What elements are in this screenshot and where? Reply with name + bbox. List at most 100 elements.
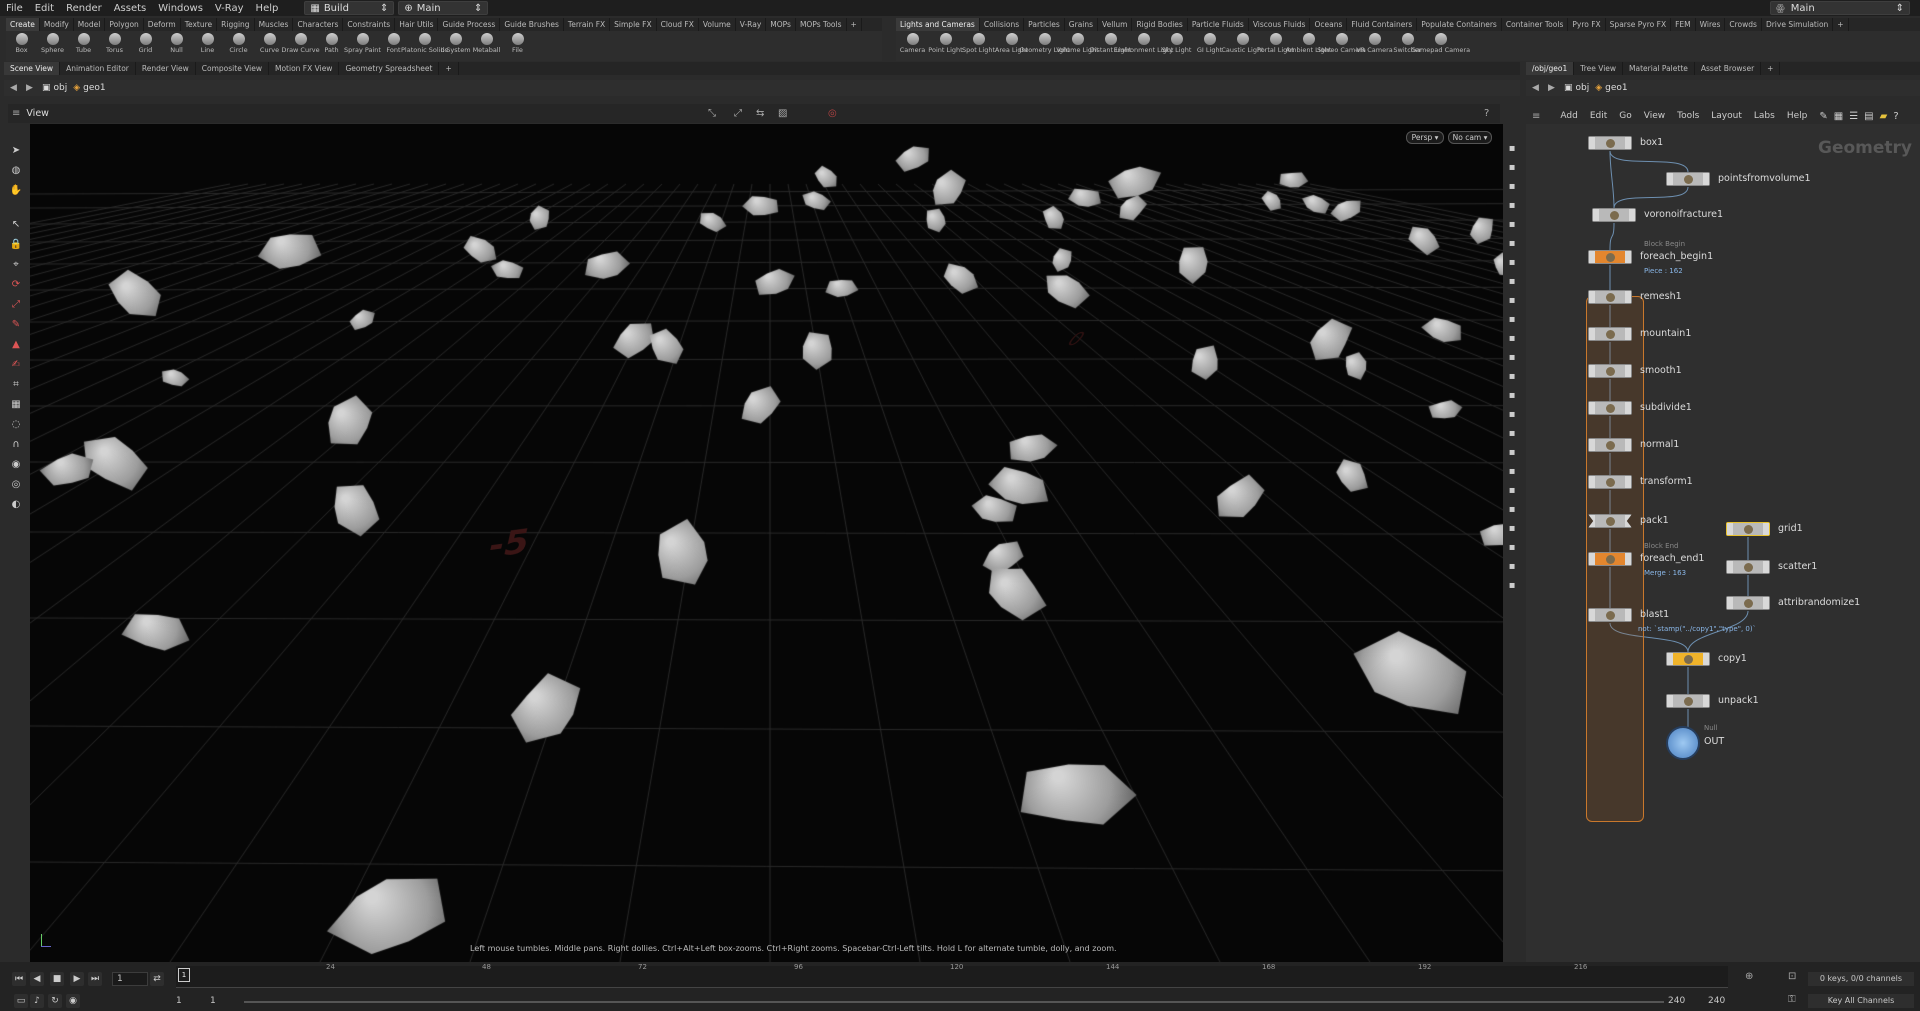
camera-icon[interactable]: ◉ xyxy=(9,458,23,472)
tool-metaball[interactable]: Metaball xyxy=(471,31,502,54)
node-body[interactable] xyxy=(1666,652,1710,666)
list-view-icon[interactable]: ☰ xyxy=(1849,111,1858,122)
node-body[interactable] xyxy=(1588,608,1632,622)
shelf-tab-right-0[interactable]: Lights and Cameras xyxy=(896,18,980,31)
pane-tab-left-4[interactable]: Motion FX View xyxy=(269,62,340,75)
shelf-tab-left-14[interactable]: Simple FX xyxy=(610,18,657,31)
tool-grid[interactable]: Grid xyxy=(130,31,161,54)
snap-icon[interactable]: ⤡ xyxy=(708,108,716,119)
menu-icon[interactable]: ≡ xyxy=(1532,111,1540,122)
node-body[interactable] xyxy=(1726,522,1770,536)
display-option-icon[interactable]: ▪ xyxy=(1505,427,1519,441)
tool-point-light[interactable]: Point Light xyxy=(928,31,963,54)
net-menu-tools[interactable]: Tools xyxy=(1671,111,1705,121)
node-body[interactable] xyxy=(1588,438,1632,452)
range-start-field[interactable]: 1 xyxy=(176,996,206,1006)
tool-platonic-solids[interactable]: Platonic Solids xyxy=(401,31,448,54)
pane-tab-left-5[interactable]: Geometry Spreadsheet xyxy=(339,62,440,75)
shelf-tab-left-15[interactable]: Cloud FX xyxy=(657,18,699,31)
add-tab-icon[interactable]: + xyxy=(1833,18,1849,31)
display-option-icon[interactable]: ▪ xyxy=(1505,237,1519,251)
shelf-tab-left-16[interactable]: Volume xyxy=(699,18,736,31)
key-icon[interactable]: ⚿ xyxy=(1788,994,1796,1005)
display-option-icon[interactable]: ▪ xyxy=(1505,579,1519,593)
display-option-icon[interactable]: ▪ xyxy=(1505,484,1519,498)
node-body[interactable] xyxy=(1588,136,1632,150)
context-select[interactable]: ⊕ Main ⇕ xyxy=(398,1,489,15)
tool-draw-curve[interactable]: Draw Curve xyxy=(281,31,320,54)
menu-help[interactable]: Help xyxy=(250,3,285,14)
record-icon[interactable]: ◎ xyxy=(828,108,837,119)
loop-icon[interactable]: ↻ xyxy=(48,994,62,1008)
realtime-toggle[interactable]: ▭ xyxy=(14,994,28,1008)
node-body[interactable] xyxy=(1588,552,1632,566)
key-all-button[interactable]: Key All Channels xyxy=(1808,994,1914,1008)
net-menu-go[interactable]: Go xyxy=(1613,111,1637,121)
node-body[interactable] xyxy=(1726,596,1770,610)
step-back-button[interactable]: ◀ xyxy=(30,972,44,986)
net-menu-add[interactable]: Add xyxy=(1554,111,1583,121)
shelf-tab-left-4[interactable]: Deform xyxy=(144,18,181,31)
step-forward-button[interactable]: ⏭ xyxy=(88,972,102,986)
info-icon[interactable]: ? xyxy=(1893,111,1898,122)
range-slider[interactable] xyxy=(244,1001,1664,1003)
shelf-tab-right-16[interactable]: Crowds xyxy=(1725,18,1762,31)
play-button[interactable]: ▶ xyxy=(70,972,84,986)
shelf-tab-left-2[interactable]: Model xyxy=(74,18,106,31)
shelf-tab-right-4[interactable]: Vellum xyxy=(1098,18,1133,31)
node-body[interactable] xyxy=(1588,514,1632,528)
shelf-tab-right-10[interactable]: Populate Containers xyxy=(1417,18,1502,31)
grid-icon[interactable]: ▦ xyxy=(9,398,23,412)
wrench-icon[interactable]: ✎ xyxy=(1819,111,1827,122)
tool-vr-camera[interactable]: VR Camera xyxy=(1356,31,1393,54)
display-option-icon[interactable]: ▪ xyxy=(1505,218,1519,232)
shelf-tab-left-8[interactable]: Characters xyxy=(293,18,344,31)
display-option-icon[interactable]: ▪ xyxy=(1505,142,1519,156)
back-arrow-icon[interactable]: ◀ xyxy=(1532,83,1542,93)
shelf-tab-right-5[interactable]: Rigid Bodies xyxy=(1132,18,1188,31)
net-menu-help[interactable]: Help xyxy=(1781,111,1814,121)
first-frame-button[interactable]: ⏮ xyxy=(12,972,26,986)
shelf-tab-left-17[interactable]: V-Ray xyxy=(736,18,767,31)
menu-render[interactable]: Render xyxy=(60,3,108,14)
display-option-icon[interactable]: ▪ xyxy=(1505,199,1519,213)
desktop-select[interactable]: ▦ Build ⇕ xyxy=(304,1,395,15)
scale-icon[interactable]: ⤢ xyxy=(9,298,23,312)
display-option-icon[interactable]: ▪ xyxy=(1505,465,1519,479)
node-body[interactable] xyxy=(1588,327,1632,341)
path-root[interactable]: ▣ obj xyxy=(1564,83,1589,93)
tool-spot-light[interactable]: Spot Light xyxy=(962,31,995,54)
forward-arrow-icon[interactable]: ▶ xyxy=(26,83,36,93)
shelf-tab-right-12[interactable]: Pyro FX xyxy=(1568,18,1606,31)
display-option-icon[interactable]: ▪ xyxy=(1505,351,1519,365)
stop-button[interactable]: ■ xyxy=(50,972,64,986)
loop-icon[interactable]: ◌ xyxy=(9,418,23,432)
tool-line[interactable]: Line xyxy=(192,31,223,54)
menu-vray[interactable]: V-Ray xyxy=(209,3,250,14)
shelf-tab-left-13[interactable]: Terrain FX xyxy=(564,18,611,31)
pane-tab-right-3[interactable]: Asset Browser xyxy=(1695,62,1762,75)
pane-tab-right-0[interactable]: /obj/geo1 xyxy=(1526,62,1575,75)
help-icon[interactable]: ? xyxy=(1484,108,1489,119)
shelf-tab-left-12[interactable]: Guide Brushes xyxy=(500,18,564,31)
pane-tab-left-3[interactable]: Composite View xyxy=(196,62,269,75)
range-start2-field[interactable]: 1 xyxy=(210,996,240,1006)
net-menu-view[interactable]: View xyxy=(1638,111,1671,121)
node-body[interactable] xyxy=(1588,290,1632,304)
shelf-tab-left-7[interactable]: Muscles xyxy=(255,18,294,31)
rotate-icon[interactable]: ⟳ xyxy=(9,278,23,292)
note-icon[interactable]: ▰ xyxy=(1880,111,1888,122)
pane-tab-left-0[interactable]: Scene View xyxy=(4,62,61,75)
menu-file[interactable]: File xyxy=(0,3,29,14)
lock-icon[interactable]: 🔒 xyxy=(9,238,23,252)
handle-icon[interactable]: ⤢ xyxy=(734,108,742,119)
shelf-tab-right-11[interactable]: Container Tools xyxy=(1502,18,1569,31)
pane-tab-right-2[interactable]: Material Palette xyxy=(1623,62,1695,75)
node-body[interactable] xyxy=(1588,364,1632,378)
pane-tab-right-1[interactable]: Tree View xyxy=(1574,62,1624,75)
net-menu-layout[interactable]: Layout xyxy=(1705,111,1748,121)
tool-stereo-camera[interactable]: Stereo Camera xyxy=(1317,31,1366,54)
display-option-icon[interactable]: ▪ xyxy=(1505,408,1519,422)
view-icon[interactable]: ◍ xyxy=(9,164,23,178)
shelf-tab-left-11[interactable]: Guide Process xyxy=(438,18,501,31)
